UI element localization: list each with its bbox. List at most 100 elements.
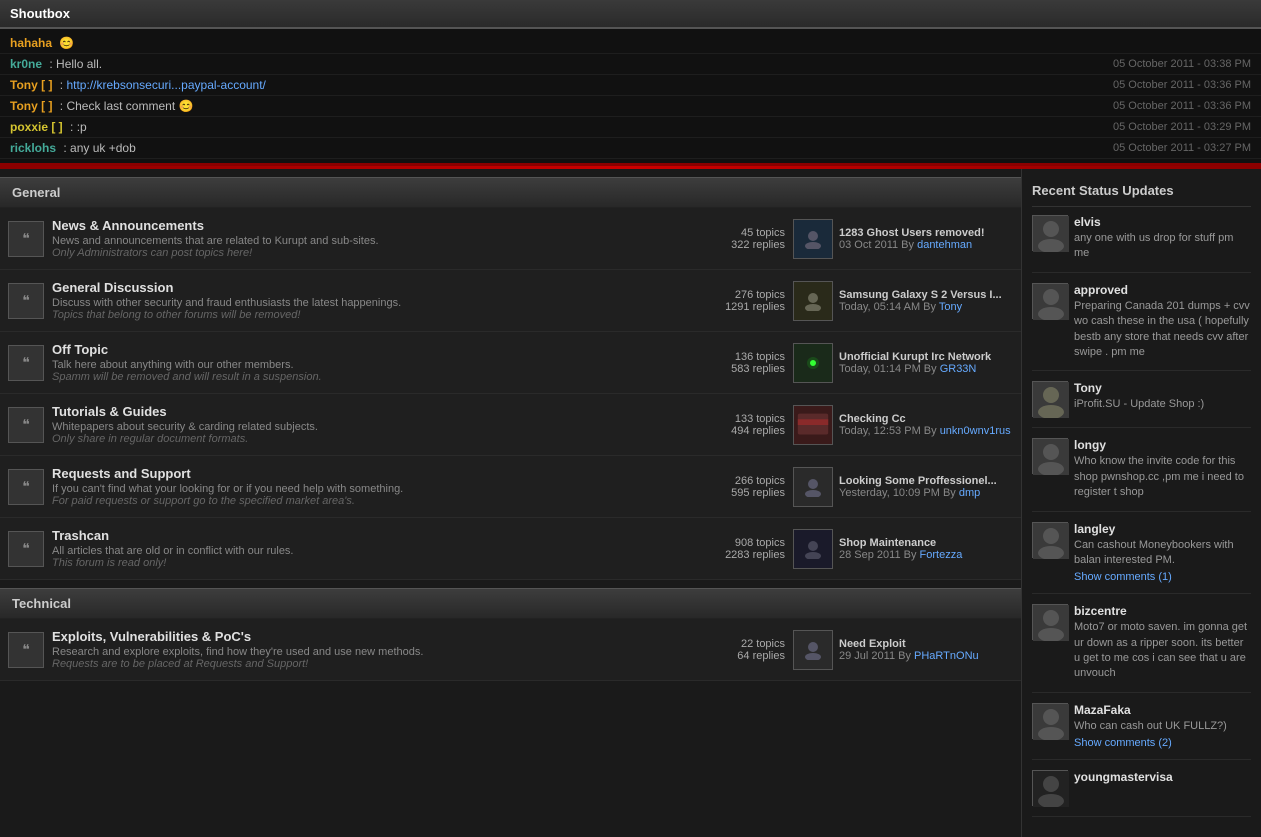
status-username: langley [1074,522,1251,536]
status-username: bizcentre [1074,604,1251,618]
forum-row: ❝ News & Announcements News and announce… [0,208,1021,270]
forum-title-exploits[interactable]: Exploits, Vulnerabilities & PoC's [52,629,251,644]
status-avatar [1032,522,1068,558]
sidebar-title: Recent Status Updates [1032,179,1251,207]
forum-title-requests-support[interactable]: Requests and Support [52,466,191,481]
forum-main: General ❝ News & Announcements News and … [0,169,1021,837]
forum-title[interactable]: Tutorials & Guides [52,404,167,419]
forum-row: ❝ General Discussion Discuss with other … [0,270,1021,332]
last-post-avatar [793,219,833,259]
status-msg: iProfit.SU - Update Shop :) [1074,397,1251,412]
forum-desc: Discuss with other security and fraud en… [52,297,687,321]
shoutbox-section: Shoutbox hahaha 😊 kr0ne : Hello all. 05 … [0,0,1261,169]
status-username: youngmastervisa [1074,770,1251,784]
forum-info: News & Announcements News and announceme… [52,218,687,259]
forum-info: Off Topic Talk here about anything with … [52,342,687,383]
shoutbox-title: Shoutbox [0,0,1261,29]
last-post-user-link[interactable]: PHaRTnONu [914,650,979,662]
status-msg: Preparing Canada 201 dumps + cvv wo cash… [1074,299,1251,361]
shoutbox-msg: : any uk +dob [63,141,135,155]
last-post-user-link[interactable]: Fortezza [920,549,963,561]
forum-title-trashcan[interactable]: Trashcan [52,528,109,543]
forum-stats: 45 topics 322 replies [695,227,785,251]
quote-icon: ❝ [8,283,44,319]
status-content: approved Preparing Canada 201 dumps + cv… [1074,283,1251,361]
status-msg: Who can cash out UK FULLZ?) [1074,719,1251,734]
show-comments-mazafaka[interactable]: Show comments (2) [1074,737,1251,749]
shoutbox-msg: : Check last comment 😊 [60,99,194,113]
forum-title[interactable]: News & Announcements [52,218,204,233]
last-post-user-link[interactable]: dmp [959,487,980,499]
forum-last-post: Shop Maintenance 28 Sep 2011 By Fortezza [793,529,1013,569]
status-avatar [1032,703,1068,739]
status-username: MazaFaka [1074,703,1251,717]
shoutbox-time: 05 October 2011 - 03:38 PM [1113,58,1251,70]
section-header-general: General [0,177,1021,208]
status-msg: any one with us drop for stuff pm me [1074,231,1251,262]
forum-info: Tutorials & Guides Whitepapers about sec… [52,404,687,445]
status-item: langley Can cashout Moneybookers with ba… [1032,522,1251,595]
last-post-info: Unofficial Kurupt Irc Network Today, 01:… [839,351,991,375]
last-post-user-link[interactable]: unkn0wnv1rus [940,425,1011,437]
status-username: Tony [1074,381,1251,395]
last-post-info: Need Exploit 29 Jul 2011 By PHaRTnONu [839,638,979,662]
forum-last-post: 1283 Ghost Users removed! 03 Oct 2011 By… [793,219,1013,259]
status-item: elvis any one with us drop for stuff pm … [1032,215,1251,273]
quote-icon: ❝ [8,345,44,381]
forum-desc: News and announcements that are related … [52,235,687,259]
forum-info: General Discussion Discuss with other se… [52,280,687,321]
status-username: elvis [1074,215,1251,229]
status-username: approved [1074,283,1251,297]
forum-info: Trashcan All articles that are old or in… [52,528,687,569]
status-item: Tony iProfit.SU - Update Shop :) [1032,381,1251,428]
last-post-avatar [793,343,833,383]
quote-icon: ❝ [8,221,44,257]
shoutbox-link[interactable]: http://krebsonsecuri...paypal-account/ [66,78,265,92]
last-post-info: Looking Some Proffessionel... Yesterday,… [839,475,997,499]
forum-stats: 133 topics 494 replies [695,413,785,437]
forum-last-post: Need Exploit 29 Jul 2011 By PHaRTnONu [793,630,1013,670]
forum-row: ❝ Off Topic Talk here about anything wit… [0,332,1021,394]
status-msg: Who know the invite code for this shop p… [1074,454,1251,500]
status-item: longy Who know the invite code for this … [1032,438,1251,511]
last-post-info: 1283 Ghost Users removed! 03 Oct 2011 By… [839,227,985,251]
status-content: elvis any one with us drop for stuff pm … [1074,215,1251,262]
shoutbox-time: 05 October 2011 - 03:36 PM [1113,79,1251,91]
status-content: bizcentre Moto7 or moto saven. im gonna … [1074,604,1251,682]
status-avatar [1032,381,1068,417]
forum-desc: Talk here about anything with our other … [52,359,687,383]
status-avatar [1032,438,1068,474]
shoutbox-user: hahaha [10,36,52,50]
shoutbox-msg: : http://krebsonsecuri...paypal-account/ [60,78,266,92]
quote-icon: ❝ [8,469,44,505]
last-post-user-link[interactable]: GR33N [940,363,977,375]
forum-last-post: Unofficial Kurupt Irc Network Today, 01:… [793,343,1013,383]
shoutbox-time: 05 October 2011 - 03:36 PM [1113,100,1251,112]
forum-stats: 266 topics 595 replies [695,475,785,499]
shoutbox-time: 05 October 2011 - 03:27 PM [1113,142,1251,154]
forum-last-post: Samsung Galaxy S 2 Versus I... Today, 05… [793,281,1013,321]
forum-desc: Whitepapers about security & carding rel… [52,421,687,445]
status-content: langley Can cashout Moneybookers with ba… [1074,522,1251,584]
status-avatar [1032,770,1068,806]
shoutbox-row: poxxie [ ] : :p 05 October 2011 - 03:29 … [0,117,1261,138]
last-post-user-link[interactable]: dantehman [917,239,972,251]
status-avatar [1032,604,1068,640]
last-post-user-link[interactable]: Tony [939,301,962,313]
forum-stats: 136 topics 583 replies [695,351,785,375]
sidebar: Recent Status Updates elvis any one with… [1021,169,1261,837]
show-comments-langley[interactable]: Show comments (1) [1074,571,1251,583]
shoutbox-user: Tony [ ] [10,99,52,113]
shoutbox-msg: : :p [70,120,87,134]
shoutbox-time: 05 October 2011 - 03:29 PM [1113,121,1251,133]
shoutbox-messages: hahaha 😊 kr0ne : Hello all. 05 October 2… [0,29,1261,166]
last-post-by: Today, 05:14 AM By Tony [839,301,1002,313]
forum-last-post: Looking Some Proffessionel... Yesterday,… [793,467,1013,507]
last-post-by: 03 Oct 2011 By dantehman [839,239,985,251]
forum-title[interactable]: Off Topic [52,342,108,357]
last-post-avatar [793,405,833,445]
forum-title[interactable]: General Discussion [52,280,173,295]
shoutbox-user: poxxie [ ] [10,120,63,134]
forum-info: Requests and Support If you can't find w… [52,466,687,507]
status-item: MazaFaka Who can cash out UK FULLZ?) Sho… [1032,703,1251,760]
